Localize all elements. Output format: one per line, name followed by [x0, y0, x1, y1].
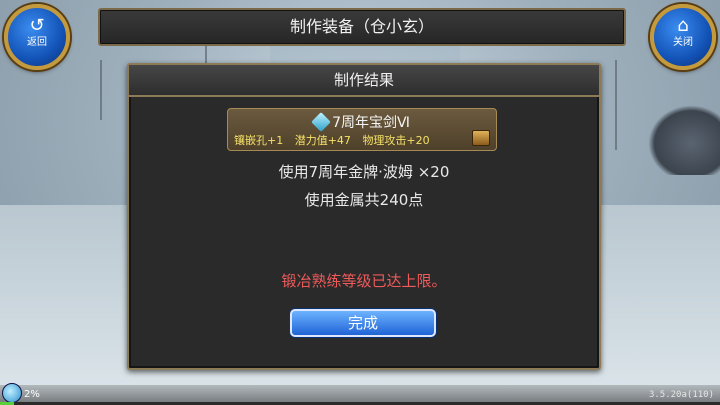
- close-button[interactable]: ⌂ 关闭: [650, 4, 716, 70]
- wolf-creature: [648, 105, 720, 175]
- item-name-row: 7周年宝剑Ⅵ: [228, 112, 496, 132]
- item-stats: 镶嵌孔+1 潜力值+47 物理攻击+20: [234, 132, 468, 148]
- home-icon: ⌂: [677, 15, 689, 36]
- chest-icon: [472, 130, 490, 146]
- back-label: 返回: [27, 37, 47, 48]
- stat-socket: 镶嵌孔+1: [234, 134, 284, 147]
- warning-text: 锻冶熟练等级已达上限。: [281, 272, 447, 290]
- close-label: 关闭: [673, 37, 693, 48]
- panel-heading: 制作结果: [129, 65, 599, 97]
- pole: [100, 60, 102, 120]
- item-name: 7周年宝剑Ⅵ: [332, 115, 410, 131]
- version-text: 3.5.20a(110): [648, 390, 714, 400]
- progress-percent: 2%: [24, 389, 40, 400]
- back-button[interactable]: ↺ 返回: [4, 4, 70, 70]
- stat-attack: 物理攻击+20: [362, 134, 430, 147]
- material-used-text: 使用7周年金牌·波姆 ×20: [278, 163, 450, 181]
- status-icon: [2, 383, 22, 403]
- back-arrow-icon: ↺: [29, 15, 45, 36]
- done-button[interactable]: 完成: [290, 309, 436, 337]
- stat-potential: 潜力值+47: [294, 134, 351, 147]
- crafted-item-card[interactable]: 7周年宝剑Ⅵ 镶嵌孔+1 潜力值+47 物理攻击+20: [227, 108, 497, 151]
- gem-icon: [311, 112, 331, 132]
- craft-result-panel: 制作结果 7周年宝剑Ⅵ 镶嵌孔+1 潜力值+47 物理攻击+20 使用7周年金牌…: [127, 63, 601, 370]
- metal-used-text: 使用金属共240点: [304, 191, 424, 209]
- page-title: 制作装备（仓小玄）: [98, 8, 626, 46]
- bottom-status-bar: 2% 3.5.20a(110): [0, 383, 720, 405]
- pole: [615, 60, 617, 150]
